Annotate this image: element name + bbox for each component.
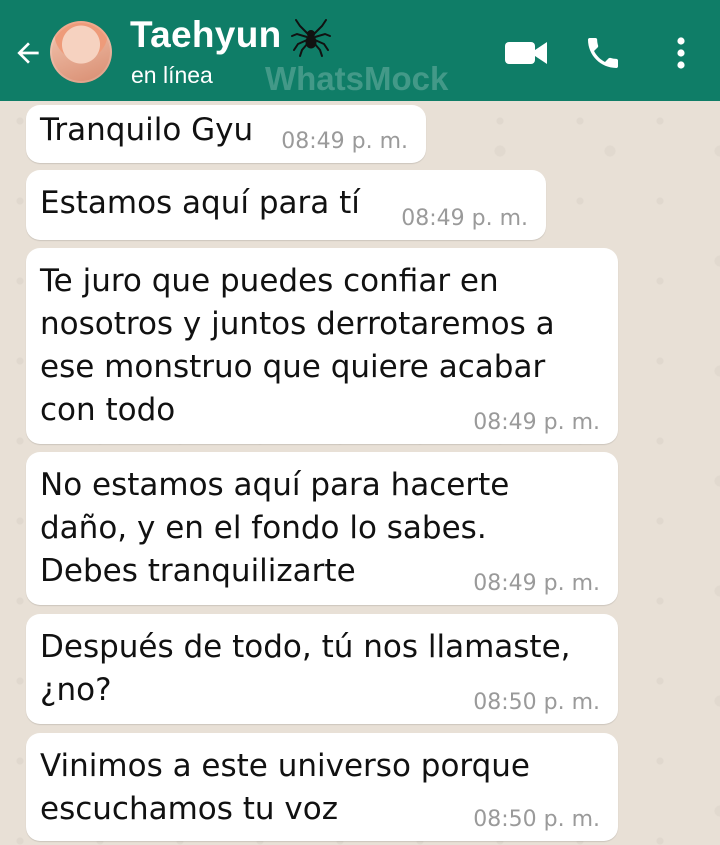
back-button[interactable] [8, 33, 48, 73]
watermark: WhatsMock [265, 60, 449, 97]
message-bubble[interactable]: Tranquilo Gyu 08:49 p. m. [26, 105, 426, 163]
contact-avatar[interactable] [50, 21, 112, 83]
message-bubble[interactable]: Vinimos a este universo porque escuchamo… [26, 733, 618, 841]
phone-icon[interactable] [583, 32, 623, 74]
spider-icon [291, 19, 331, 57]
message-time: 08:50 p. m. [473, 807, 600, 832]
more-vert-icon[interactable] [668, 32, 694, 74]
chat-header: Taehyun en línea WhatsMock [0, 0, 720, 101]
message-text: Te juro que puedes confiar en nosotros y… [40, 263, 555, 428]
message-bubble[interactable]: No estamos aquí para hacerte daño, y en … [26, 452, 618, 605]
video-call-icon[interactable] [502, 33, 550, 73]
message-time: 08:50 p. m. [473, 690, 600, 715]
message-bubble[interactable]: Después de todo, tú nos llamaste, ¿no? 0… [26, 614, 618, 724]
message-time: 08:49 p. m. [473, 410, 600, 435]
message-time: 08:49 p. m. [281, 129, 408, 154]
message-bubble[interactable]: Estamos aquí para tí 08:49 p. m. [26, 170, 546, 240]
back-arrow-icon [17, 42, 39, 64]
message-time: 08:49 p. m. [473, 571, 600, 596]
contact-status: en línea [131, 62, 213, 88]
message-time: 08:49 p. m. [401, 206, 528, 231]
message-bubble[interactable]: Te juro que puedes confiar en nosotros y… [26, 248, 618, 444]
contact-name[interactable]: Taehyun [130, 14, 282, 56]
